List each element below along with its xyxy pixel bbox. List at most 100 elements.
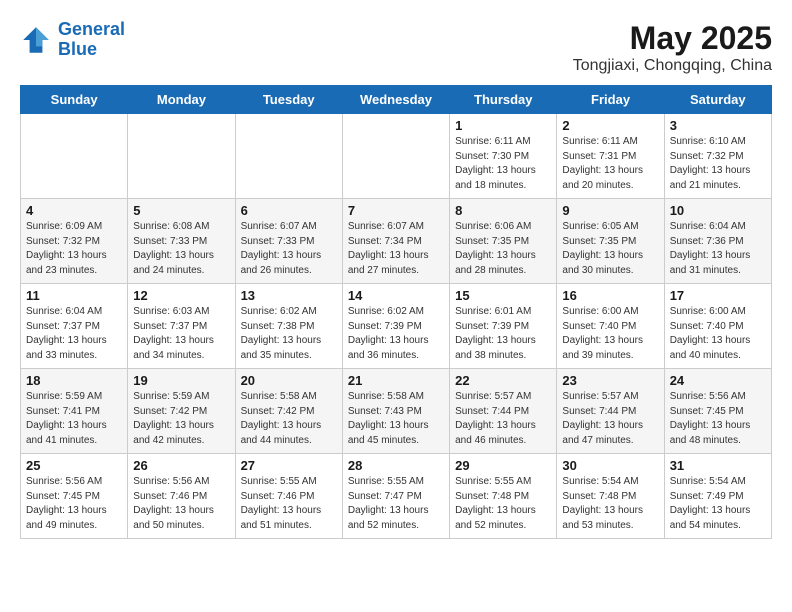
page-header: General Blue May 2025 Tongjiaxi, Chongqi… <box>20 20 772 75</box>
day-info: Sunrise: 5:56 AM Sunset: 7:46 PM Dayligh… <box>133 475 229 533</box>
day-number: 9 <box>562 203 658 218</box>
day-info: Sunrise: 6:07 AM Sunset: 7:34 PM Dayligh… <box>348 220 444 278</box>
day-cell: 11Sunrise: 6:04 AM Sunset: 7:37 PM Dayli… <box>21 284 128 369</box>
day-cell: 21 Sunrise: 5:58 AM Sunset: 7:43 PM Dayli… <box>342 369 449 454</box>
day-number: 26 <box>133 458 229 473</box>
weekday-header-tuesday: Tuesday <box>235 86 342 114</box>
day-info: Sunrise: 5:58 AM Sunset: 7:43 PM Dayligh… <box>348 390 444 448</box>
day-cell: 24 Sunrise: 5:56 AM Sunset: 7:45 PM Dayli… <box>664 369 771 454</box>
weekday-header-row: SundayMondayTuesdayWednesdayThursdayFrid… <box>21 86 772 114</box>
day-cell: 23 Sunrise: 5:57 AM Sunset: 7:44 PM Dayli… <box>557 369 664 454</box>
day-info: Sunrise: 6:09 AM Sunset: 7:32 PM Dayligh… <box>26 220 122 278</box>
day-info: Sunrise: 6:07 AM Sunset: 7:33 PM Dayligh… <box>241 220 337 278</box>
day-cell: 15Sunrise: 6:01 AM Sunset: 7:39 PM Dayli… <box>450 284 557 369</box>
day-number: 24 <box>670 373 766 388</box>
day-cell: 9 Sunrise: 6:05 AM Sunset: 7:35 PM Daylig… <box>557 199 664 284</box>
day-cell: 31Sunrise: 5:54 AM Sunset: 7:49 PM Dayli… <box>664 454 771 539</box>
day-cell: 14 Sunrise: 6:02 AM Sunset: 7:39 PM Dayli… <box>342 284 449 369</box>
day-number: 28 <box>348 458 444 473</box>
day-cell: 6 Sunrise: 6:07 AM Sunset: 7:33 PM Daylig… <box>235 199 342 284</box>
day-cell: 18 Sunrise: 5:59 AM Sunset: 7:41 PM Dayli… <box>21 369 128 454</box>
month-title: May 2025 <box>573 20 772 57</box>
day-number: 12 <box>133 288 229 303</box>
logo: General Blue <box>20 20 125 60</box>
day-cell: 4Sunrise: 6:09 AM Sunset: 7:32 PM Daylig… <box>21 199 128 284</box>
day-info: Sunrise: 5:56 AM Sunset: 7:45 PM Dayligh… <box>670 390 766 448</box>
day-cell: 26 Sunrise: 5:56 AM Sunset: 7:46 PM Dayli… <box>128 454 235 539</box>
day-info: Sunrise: 5:55 AM Sunset: 7:48 PM Dayligh… <box>455 475 551 533</box>
day-cell: 3Sunrise: 6:10 AM Sunset: 7:32 PM Daylig… <box>664 114 771 199</box>
day-number: 27 <box>241 458 337 473</box>
day-cell: 20 Sunrise: 5:58 AM Sunset: 7:42 PM Dayli… <box>235 369 342 454</box>
day-number: 8 <box>455 203 551 218</box>
day-info: Sunrise: 6:03 AM Sunset: 7:37 PM Dayligh… <box>133 305 229 363</box>
day-number: 5 <box>133 203 229 218</box>
day-info: Sunrise: 6:00 AM Sunset: 7:40 PM Dayligh… <box>562 305 658 363</box>
day-info: Sunrise: 6:04 AM Sunset: 7:36 PM Dayligh… <box>670 220 766 278</box>
day-number: 25 <box>26 458 122 473</box>
day-cell: 16 Sunrise: 6:00 AM Sunset: 7:40 PM Dayli… <box>557 284 664 369</box>
day-number: 7 <box>348 203 444 218</box>
day-cell: 27 Sunrise: 5:55 AM Sunset: 7:46 PM Dayli… <box>235 454 342 539</box>
weekday-header-monday: Monday <box>128 86 235 114</box>
day-info: Sunrise: 5:54 AM Sunset: 7:48 PM Dayligh… <box>562 475 658 533</box>
day-info: Sunrise: 5:55 AM Sunset: 7:46 PM Dayligh… <box>241 475 337 533</box>
calendar: SundayMondayTuesdayWednesdayThursdayFrid… <box>20 85 772 539</box>
day-number: 1 <box>455 118 551 133</box>
day-info: Sunrise: 6:00 AM Sunset: 7:40 PM Dayligh… <box>670 305 766 363</box>
week-row-3: 11Sunrise: 6:04 AM Sunset: 7:37 PM Dayli… <box>21 284 772 369</box>
week-row-1: 1 Sunrise: 6:11 AM Sunset: 7:30 PM Daylig… <box>21 114 772 199</box>
day-cell: 25 Sunrise: 5:56 AM Sunset: 7:45 PM Dayli… <box>21 454 128 539</box>
location-title: Tongjiaxi, Chongqing, China <box>573 57 772 75</box>
day-number: 30 <box>562 458 658 473</box>
day-cell: 7 Sunrise: 6:07 AM Sunset: 7:34 PM Daylig… <box>342 199 449 284</box>
day-cell: 28 Sunrise: 5:55 AM Sunset: 7:47 PM Dayli… <box>342 454 449 539</box>
day-number: 22 <box>455 373 551 388</box>
day-number: 17 <box>670 288 766 303</box>
day-info: Sunrise: 6:02 AM Sunset: 7:39 PM Dayligh… <box>348 305 444 363</box>
weekday-header-wednesday: Wednesday <box>342 86 449 114</box>
day-cell: 13Sunrise: 6:02 AM Sunset: 7:38 PM Dayli… <box>235 284 342 369</box>
day-cell <box>235 114 342 199</box>
day-info: Sunrise: 6:05 AM Sunset: 7:35 PM Dayligh… <box>562 220 658 278</box>
day-number: 13 <box>241 288 337 303</box>
day-cell: 10Sunrise: 6:04 AM Sunset: 7:36 PM Dayli… <box>664 199 771 284</box>
day-number: 31 <box>670 458 766 473</box>
day-number: 21 <box>348 373 444 388</box>
day-cell: 5Sunrise: 6:08 AM Sunset: 7:33 PM Daylig… <box>128 199 235 284</box>
day-cell <box>21 114 128 199</box>
day-cell: 2 Sunrise: 6:11 AM Sunset: 7:31 PM Daylig… <box>557 114 664 199</box>
day-info: Sunrise: 6:11 AM Sunset: 7:30 PM Dayligh… <box>455 135 551 193</box>
day-number: 19 <box>133 373 229 388</box>
week-row-2: 4Sunrise: 6:09 AM Sunset: 7:32 PM Daylig… <box>21 199 772 284</box>
day-number: 11 <box>26 288 122 303</box>
day-info: Sunrise: 5:55 AM Sunset: 7:47 PM Dayligh… <box>348 475 444 533</box>
day-info: Sunrise: 6:01 AM Sunset: 7:39 PM Dayligh… <box>455 305 551 363</box>
day-cell: 29 Sunrise: 5:55 AM Sunset: 7:48 PM Dayli… <box>450 454 557 539</box>
logo-text: General Blue <box>58 20 125 60</box>
day-info: Sunrise: 6:11 AM Sunset: 7:31 PM Dayligh… <box>562 135 658 193</box>
day-cell: 12 Sunrise: 6:03 AM Sunset: 7:37 PM Dayli… <box>128 284 235 369</box>
day-info: Sunrise: 6:06 AM Sunset: 7:35 PM Dayligh… <box>455 220 551 278</box>
weekday-header-friday: Friday <box>557 86 664 114</box>
day-info: Sunrise: 5:59 AM Sunset: 7:42 PM Dayligh… <box>133 390 229 448</box>
day-info: Sunrise: 5:57 AM Sunset: 7:44 PM Dayligh… <box>455 390 551 448</box>
week-row-5: 25 Sunrise: 5:56 AM Sunset: 7:45 PM Dayli… <box>21 454 772 539</box>
logo-icon <box>20 24 52 56</box>
day-cell <box>128 114 235 199</box>
day-number: 20 <box>241 373 337 388</box>
day-info: Sunrise: 5:59 AM Sunset: 7:41 PM Dayligh… <box>26 390 122 448</box>
title-block: May 2025 Tongjiaxi, Chongqing, China <box>573 20 772 75</box>
day-cell <box>342 114 449 199</box>
day-number: 6 <box>241 203 337 218</box>
day-number: 18 <box>26 373 122 388</box>
day-number: 23 <box>562 373 658 388</box>
day-number: 16 <box>562 288 658 303</box>
day-number: 14 <box>348 288 444 303</box>
day-info: Sunrise: 5:57 AM Sunset: 7:44 PM Dayligh… <box>562 390 658 448</box>
day-number: 2 <box>562 118 658 133</box>
day-cell: 19 Sunrise: 5:59 AM Sunset: 7:42 PM Dayli… <box>128 369 235 454</box>
day-number: 29 <box>455 458 551 473</box>
day-info: Sunrise: 5:58 AM Sunset: 7:42 PM Dayligh… <box>241 390 337 448</box>
day-info: Sunrise: 5:56 AM Sunset: 7:45 PM Dayligh… <box>26 475 122 533</box>
